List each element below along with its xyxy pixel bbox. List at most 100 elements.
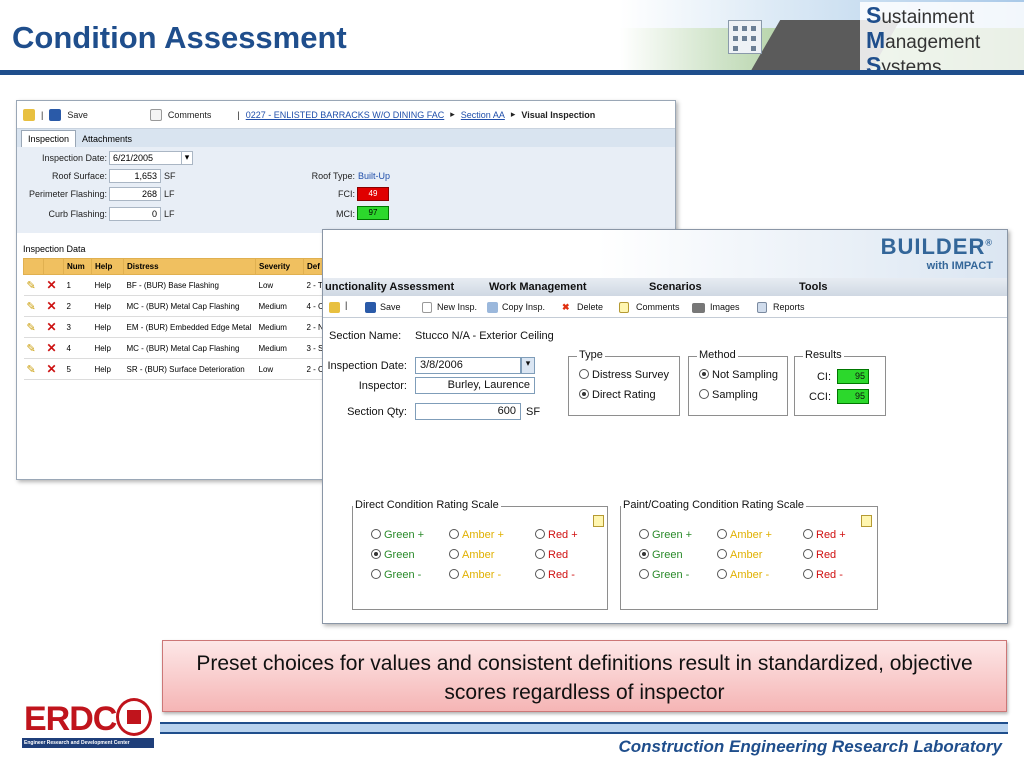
roof-surface-field[interactable]: 1,653 <box>109 169 161 183</box>
paint-scale-radio[interactable]: Red + <box>803 529 846 541</box>
images-icon[interactable] <box>692 302 705 314</box>
row-distress: MC - (BUR) Metal Cap Flashing <box>123 337 256 359</box>
save-button[interactable]: Save <box>380 302 401 312</box>
cci-score: 95 <box>837 389 869 404</box>
inspection-date-field[interactable]: 3/8/2006 <box>415 357 521 374</box>
paint-scale-radio[interactable]: Green <box>639 549 683 561</box>
save-icon[interactable] <box>49 108 62 121</box>
edit-pencil-icon[interactable]: ✎ <box>23 358 44 380</box>
slide-title: Condition Assessment <box>12 20 347 55</box>
row-help[interactable]: Help <box>91 295 124 317</box>
table-row[interactable]: ✎ ✕ 1 Help BF - (BUR) Base Flashing Low 2 - T <box>23 274 333 296</box>
note-icon[interactable] <box>861 515 872 527</box>
edit-pencil-icon[interactable]: ✎ <box>23 295 44 317</box>
table-row[interactable]: ✎ ✕ 5 Help SR - (BUR) Surface Deterioration L… <box>23 358 333 380</box>
tab-attachments[interactable]: Attachments <box>76 131 138 147</box>
section-qty-field[interactable]: 600 <box>415 403 521 420</box>
row-num: 4 <box>63 337 92 359</box>
paint-scale-radio[interactable]: Green + <box>639 529 692 541</box>
comments-icon[interactable] <box>619 302 631 314</box>
callout-box: Preset choices for values and consistent… <box>162 640 1007 712</box>
delete-x-icon[interactable]: ✕ <box>43 274 64 296</box>
direct-scale-radio[interactable]: Red - <box>535 569 575 581</box>
reports-button[interactable]: Reports <box>773 302 805 312</box>
type-distress-survey-radio[interactable]: Distress Survey <box>579 369 669 381</box>
perimeter-flashing-field[interactable]: 268 <box>109 187 161 201</box>
col-num[interactable]: Num <box>63 258 92 275</box>
row-num: 2 <box>63 295 92 317</box>
save-icon[interactable] <box>365 302 377 314</box>
direct-scale-radio[interactable]: Amber + <box>449 529 504 541</box>
delete-x-icon[interactable]: ✕ <box>43 358 64 380</box>
row-num: 5 <box>63 358 92 380</box>
edit-pencil-icon[interactable]: ✎ <box>23 274 44 296</box>
paint-scale-radio[interactable]: Red <box>803 549 836 561</box>
comments-button[interactable]: Comments <box>636 302 680 312</box>
new-insp-button[interactable]: New Insp. <box>437 302 477 312</box>
delete-x-icon[interactable]: ✕ <box>43 316 64 338</box>
comments-icon[interactable] <box>149 108 162 121</box>
new-document-icon[interactable] <box>422 302 434 314</box>
breadcrumb-section[interactable]: Section AA <box>461 110 505 120</box>
breadcrumb-building[interactable]: 0227 - ENLISTED BARRACKS W/O DINING FAC <box>246 110 445 120</box>
paint-scale-radio[interactable]: Amber + <box>717 529 772 541</box>
images-button[interactable]: Images <box>710 302 740 312</box>
paint-scale-radio[interactable]: Green - <box>639 569 689 581</box>
direct-scale-radio[interactable]: Red + <box>535 529 578 541</box>
method-sampling-radio[interactable]: Sampling <box>699 389 758 401</box>
direct-scale-radio[interactable]: Green <box>371 549 415 561</box>
row-num: 1 <box>63 274 92 296</box>
footer-bar-highlight <box>160 724 1008 732</box>
builder-toolbar: | Save New Insp. Copy Insp. ✖ Delete Com… <box>323 296 1007 318</box>
type-direct-rating-radio[interactable]: Direct Rating <box>579 389 656 401</box>
delete-icon[interactable]: ✖ <box>562 302 570 313</box>
direct-scale-radio[interactable]: Red <box>535 549 568 561</box>
paint-scale-radio[interactable]: Amber - <box>717 569 769 581</box>
menu-functionality-assessment[interactable]: unctionality Assessment <box>325 281 454 293</box>
row-severity: Medium <box>255 337 304 359</box>
direct-scale-radio[interactable]: Amber <box>449 549 494 561</box>
menu-scenarios[interactable]: Scenarios <box>649 281 702 293</box>
delete-x-icon[interactable]: ✕ <box>43 337 64 359</box>
table-row[interactable]: ✎ ✕ 4 Help MC - (BUR) Metal Cap Flashing Medi… <box>23 337 333 359</box>
table-row[interactable]: ✎ ✕ 3 Help EM - (BUR) Embedded Edge Metal Med… <box>23 316 333 338</box>
paint-scale-radio[interactable]: Red - <box>803 569 843 581</box>
table-row[interactable]: ✎ ✕ 2 Help MC - (BUR) Metal Cap Flashing Medi… <box>23 295 333 317</box>
inspector-field[interactable]: Burley, Laurence <box>415 377 535 394</box>
banner-image: Sustainment Management Systems <box>620 0 1024 74</box>
menu-work-management[interactable]: Work Management <box>489 281 587 293</box>
copy-insp-button[interactable]: Copy Insp. <box>502 302 545 312</box>
reports-icon[interactable] <box>757 302 769 314</box>
row-distress: BF - (BUR) Base Flashing <box>123 274 256 296</box>
copy-icon[interactable] <box>487 302 499 314</box>
menu-tools[interactable]: Tools <box>799 281 828 293</box>
method-group: Method Not Sampling Sampling <box>688 349 788 416</box>
curb-flashing-field[interactable]: 0 <box>109 207 161 221</box>
method-not-sampling-radio[interactable]: Not Sampling <box>699 369 778 381</box>
col-help[interactable]: Help <box>91 258 124 275</box>
comments-button[interactable]: Comments <box>168 110 212 120</box>
save-button[interactable]: Save <box>67 110 88 120</box>
edit-pencil-icon[interactable]: ✎ <box>23 316 44 338</box>
paint-scale-radio[interactable]: Amber <box>717 549 762 561</box>
dropdown-arrow-icon[interactable]: ▾ <box>181 151 193 165</box>
row-help[interactable]: Help <box>91 316 124 338</box>
lock-icon[interactable] <box>23 108 35 121</box>
tab-inspection[interactable]: Inspection <box>21 130 77 147</box>
row-severity: Medium <box>255 295 304 317</box>
delete-x-icon[interactable]: ✕ <box>43 295 64 317</box>
row-help[interactable]: Help <box>91 358 124 380</box>
dropdown-arrow-icon[interactable]: ▾ <box>521 357 535 374</box>
row-help[interactable]: Help <box>91 337 124 359</box>
direct-scale-radio[interactable]: Amber - <box>449 569 501 581</box>
edit-pencil-icon[interactable]: ✎ <box>23 337 44 359</box>
direct-scale-radio[interactable]: Green + <box>371 529 424 541</box>
note-icon[interactable] <box>593 515 604 527</box>
delete-button[interactable]: Delete <box>577 302 603 312</box>
col-distress[interactable]: Distress <box>123 258 256 275</box>
lock-icon[interactable] <box>329 302 341 314</box>
direct-scale-radio[interactable]: Green - <box>371 569 421 581</box>
row-help[interactable]: Help <box>91 274 124 296</box>
inspection-date-field[interactable]: 6/21/2005 <box>109 151 183 165</box>
col-severity[interactable]: Severity <box>255 258 304 275</box>
